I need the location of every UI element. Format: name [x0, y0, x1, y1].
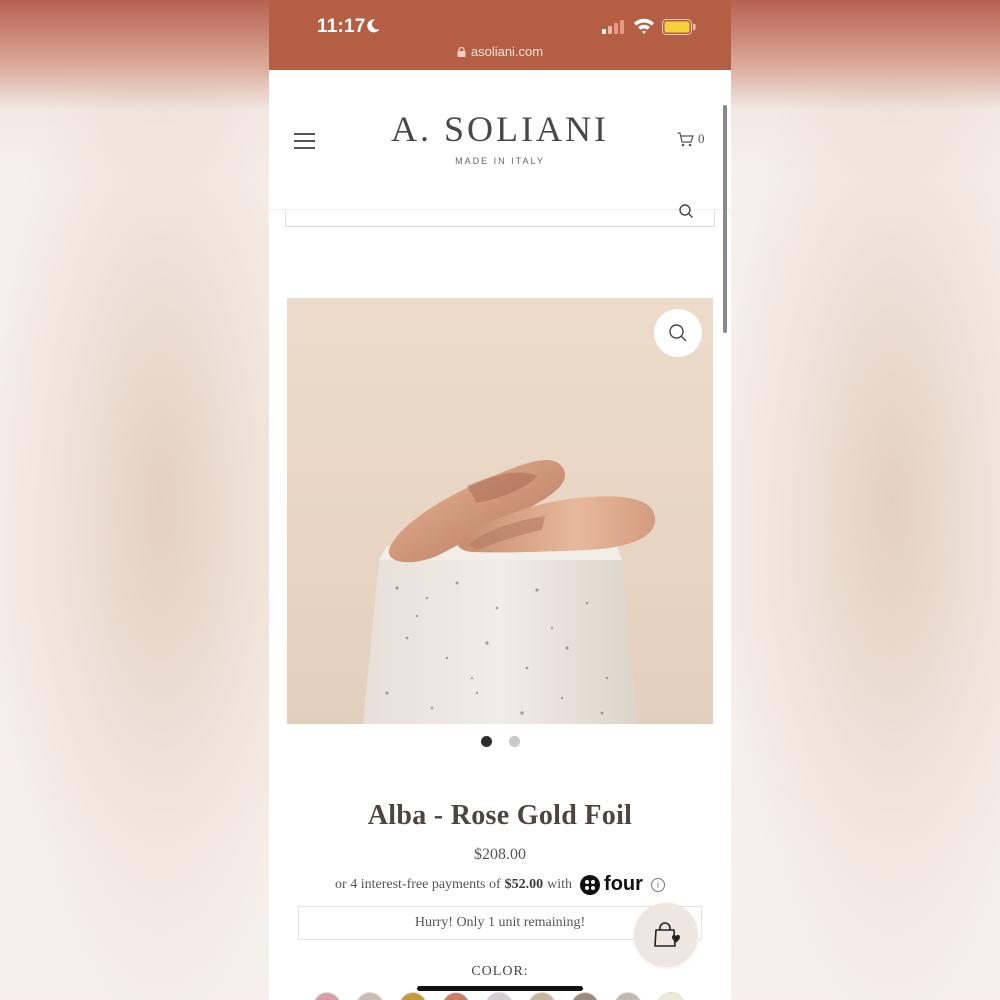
carousel-dot-1[interactable] [480, 736, 492, 747]
search-input[interactable] [285, 204, 715, 227]
address-bar[interactable]: asoliani.com [269, 44, 731, 59]
background-blur-right [731, 0, 1000, 1000]
installment-text: or 4 interest-free payments of [335, 876, 501, 892]
product-price: $208.00 [474, 846, 526, 863]
product-title: Alba - Rose Gold Foil [367, 800, 633, 831]
page-scrollbar[interactable] [723, 105, 727, 333]
home-indicator[interactable] [417, 986, 583, 991]
cellular-signal-icon [602, 20, 624, 34]
product-image[interactable] [287, 298, 713, 724]
installment-with: with [547, 876, 573, 892]
color-swatch-4[interactable] [442, 992, 470, 1000]
address-bar-url: asoliani.com [470, 44, 544, 59]
color-swatches [313, 992, 685, 1000]
info-icon[interactable]: i [650, 877, 665, 892]
status-time: 11:17 [317, 16, 366, 37]
color-swatch-3[interactable] [399, 992, 427, 1000]
moon-icon [367, 19, 380, 33]
four-logo-text: four [604, 873, 643, 895]
cart-button[interactable]: 0 [677, 131, 705, 147]
image-carousel-dots [269, 736, 731, 747]
cart-icon [677, 131, 694, 146]
color-swatch-9[interactable] [657, 992, 685, 1000]
color-swatch-6[interactable] [528, 992, 556, 1000]
color-swatch-5[interactable] [485, 992, 513, 1000]
installment-amount: $52.00 [504, 876, 544, 892]
zoom-icon [669, 324, 687, 342]
status-bar: 11:17 asoliani.com [269, 0, 731, 70]
wifi-icon [634, 18, 654, 34]
search-icon[interactable] [678, 203, 694, 219]
installment-info: or 4 interest-free payments of $52.00 wi… [269, 873, 731, 896]
product-photo [287, 298, 713, 724]
carousel-dot-2[interactable] [508, 736, 520, 747]
shopping-bag-heart-icon [654, 922, 680, 947]
zoom-button[interactable] [654, 309, 702, 357]
color-swatch-8[interactable] [614, 992, 642, 1000]
site-header: A. SOLIANI MADE IN ITALY 0 [269, 70, 731, 210]
site-tagline: MADE IN ITALY [455, 156, 545, 166]
lock-icon [457, 47, 466, 57]
battery-icon [662, 19, 696, 35]
color-swatch-2[interactable] [356, 992, 384, 1000]
site-logo[interactable]: A. SOLIANI [269, 108, 731, 150]
wishlist-bag-button[interactable] [634, 903, 698, 967]
color-label: COLOR: [471, 964, 529, 979]
background-blur-left [0, 0, 269, 1000]
four-logo[interactable]: four [580, 873, 643, 896]
four-logo-icon [580, 874, 601, 895]
cart-count: 0 [698, 131, 705, 146]
color-swatch-1[interactable] [313, 992, 341, 1000]
phone-screen: 11:17 asoliani.com A. SOLIANI MADE IN IT… [269, 0, 731, 1000]
color-swatch-7[interactable] [571, 992, 599, 1000]
